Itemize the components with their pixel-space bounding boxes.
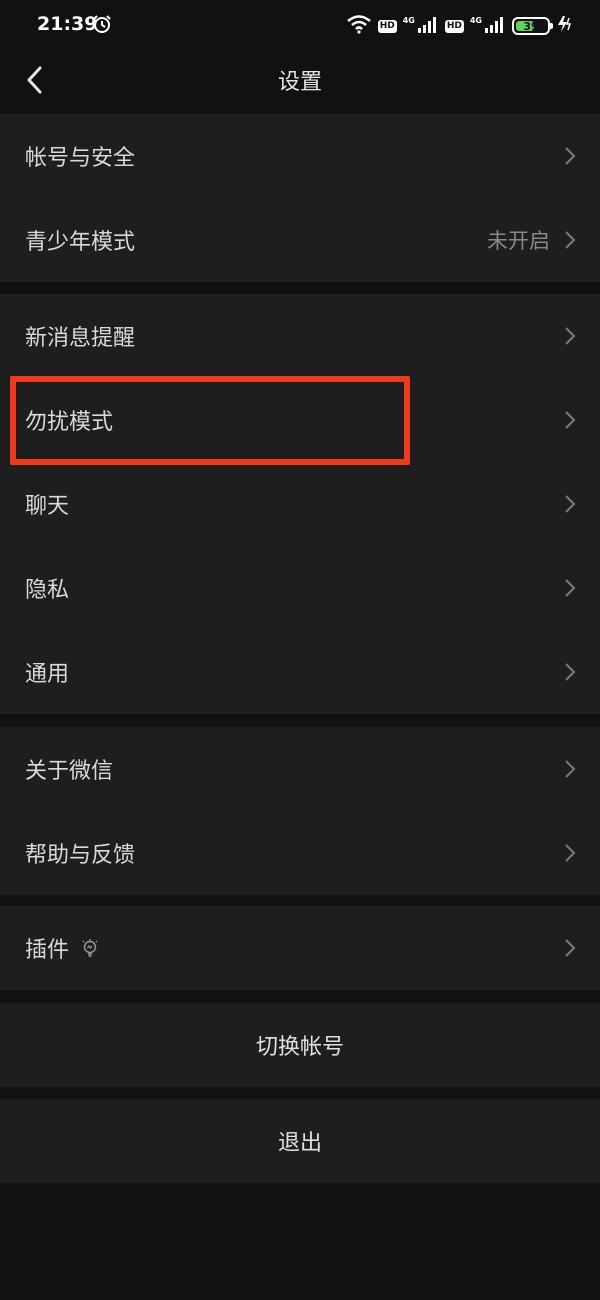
- chevron-right-icon: [565, 844, 576, 862]
- setting-privacy[interactable]: 隐私: [0, 546, 600, 630]
- network-type: 4G: [469, 15, 482, 25]
- battery-percent: 39: [523, 19, 539, 33]
- setting-label: 青少年模式: [25, 230, 136, 255]
- chevron-right-icon: [565, 495, 576, 513]
- logout-button[interactable]: 退出: [0, 1099, 600, 1183]
- status-icons: HD 4G HD 4G 39: [346, 14, 572, 38]
- setting-label: 新消息提醒: [25, 326, 136, 351]
- switch-account-button[interactable]: 切换帐号: [0, 1003, 600, 1087]
- setting-label: 聊天: [25, 494, 70, 519]
- chevron-right-icon: [565, 663, 576, 681]
- setting-label: 帐号与安全: [25, 146, 136, 171]
- setting-label: 插件: [25, 938, 70, 963]
- setting-plugins[interactable]: 插件: [0, 906, 600, 990]
- nav-bar: 设置: [0, 50, 600, 110]
- plugin-bulb-icon: [82, 939, 98, 957]
- setting-about-wechat[interactable]: 关于微信: [0, 727, 600, 811]
- setting-general[interactable]: 通用: [0, 630, 600, 714]
- setting-do-not-disturb[interactable]: 勿扰模式: [0, 378, 600, 462]
- hd-badge: HD: [444, 19, 464, 33]
- chevron-right-icon: [565, 327, 576, 345]
- status-time: 21:39: [37, 13, 98, 35]
- setting-label: 关于微信: [25, 759, 114, 784]
- page-title: 设置: [277, 70, 322, 95]
- signal-icon: [484, 15, 506, 37]
- settings-group-account: 帐号与安全 青少年模式 未开启: [0, 114, 600, 282]
- setting-label: 帮助与反馈: [25, 843, 136, 868]
- wifi-icon: [346, 14, 372, 38]
- network-type: 4G: [402, 15, 415, 25]
- status-bar: 21:39 HD 4G HD 4G 39: [0, 0, 600, 50]
- settings-group-general: 新消息提醒 勿扰模式 聊天 隐私 通用: [0, 294, 600, 714]
- chevron-right-icon: [565, 939, 576, 957]
- setting-value: 未开启: [487, 229, 550, 253]
- chevron-right-icon: [565, 760, 576, 778]
- chevron-right-icon: [565, 147, 576, 165]
- chevron-right-icon: [565, 579, 576, 597]
- chevron-right-icon: [565, 231, 576, 249]
- signal-icon: [417, 15, 439, 37]
- setting-help-feedback[interactable]: 帮助与反馈: [0, 811, 600, 895]
- setting-label: 隐私: [25, 578, 70, 603]
- alarm-icon: [92, 14, 112, 38]
- setting-label: 通用: [25, 662, 70, 687]
- setting-teen-mode[interactable]: 青少年模式 未开启: [0, 198, 600, 282]
- setting-new-message-alert[interactable]: 新消息提醒: [0, 294, 600, 378]
- setting-chat[interactable]: 聊天: [0, 462, 600, 546]
- hd-badge: HD: [377, 19, 397, 33]
- chevron-right-icon: [565, 411, 576, 429]
- battery-indicator: 39: [512, 17, 553, 35]
- settings-group-about: 关于微信 帮助与反馈: [0, 727, 600, 895]
- charging-icon: [556, 15, 572, 37]
- settings-group-plugins: 插件: [0, 906, 600, 990]
- setting-account-security[interactable]: 帐号与安全: [0, 114, 600, 198]
- setting-label: 勿扰模式: [25, 410, 114, 435]
